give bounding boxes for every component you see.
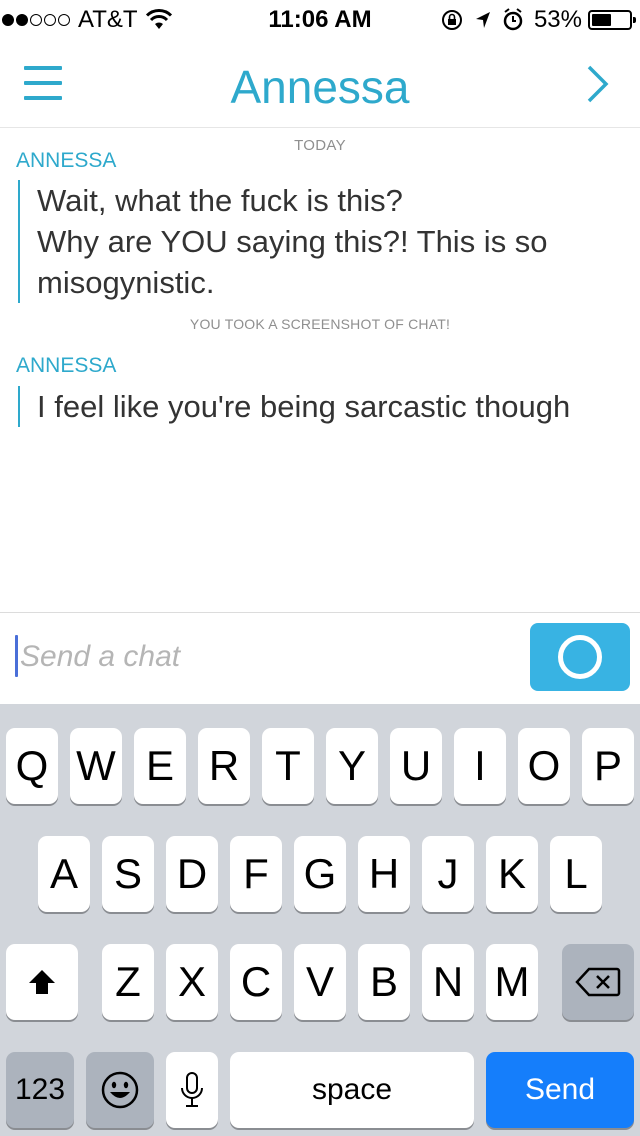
key-p[interactable]: P bbox=[582, 728, 634, 804]
key-c[interactable]: C bbox=[230, 944, 282, 1020]
key-j[interactable]: J bbox=[422, 836, 474, 912]
shift-arrow-icon bbox=[29, 970, 55, 994]
emoji-key[interactable] bbox=[86, 1052, 154, 1128]
message-bubble[interactable]: Wait, what the fuck is this? Why are YOU… bbox=[18, 180, 548, 303]
message-line: misogynistic. bbox=[37, 265, 215, 300]
key-t[interactable]: T bbox=[262, 728, 314, 804]
microphone-key[interactable] bbox=[166, 1052, 218, 1128]
battery-fill bbox=[592, 14, 611, 26]
send-key[interactable]: Send bbox=[486, 1052, 634, 1128]
key-x[interactable]: X bbox=[166, 944, 218, 1020]
chat-thread[interactable]: TODAY ANNESSA Wait, what the fuck is thi… bbox=[0, 128, 640, 612]
key-g[interactable]: G bbox=[294, 836, 346, 912]
message-line: Wait, what the fuck is this? bbox=[37, 183, 403, 218]
key-e[interactable]: E bbox=[134, 728, 186, 804]
camera-button[interactable] bbox=[530, 623, 630, 691]
chevron-right-icon[interactable] bbox=[586, 64, 610, 104]
key-h[interactable]: H bbox=[358, 836, 410, 912]
status-bar: AT&T 11:06 AM 53% bbox=[0, 0, 640, 40]
rotation-lock-icon bbox=[441, 10, 462, 30]
delete-key[interactable] bbox=[562, 944, 634, 1020]
camera-circle-icon bbox=[558, 635, 602, 679]
shift-key[interactable] bbox=[6, 944, 78, 1020]
key-n[interactable]: N bbox=[422, 944, 474, 1020]
message-bubble[interactable]: I feel like you're being sarcastic thoug… bbox=[18, 386, 570, 427]
alarm-icon bbox=[503, 8, 523, 31]
contact-name-title: Annessa bbox=[230, 61, 410, 113]
location-arrow-icon bbox=[475, 12, 490, 28]
key-b[interactable]: B bbox=[358, 944, 410, 1020]
emoji-icon bbox=[101, 1071, 139, 1109]
key-r[interactable]: R bbox=[198, 728, 250, 804]
space-key[interactable]: space bbox=[230, 1052, 474, 1128]
chat-input[interactable] bbox=[20, 633, 500, 681]
status-right: 53% bbox=[430, 6, 636, 34]
battery-percent: 53% bbox=[533, 6, 582, 33]
message-sender: ANNESSA bbox=[16, 354, 117, 377]
chat-input-bar bbox=[0, 612, 640, 704]
key-f[interactable]: F bbox=[230, 836, 282, 912]
key-o[interactable]: O bbox=[518, 728, 570, 804]
keyboard: Q W E R T Y U I O P A S D F G H J K L Z … bbox=[0, 704, 640, 1136]
key-v[interactable]: V bbox=[294, 944, 346, 1020]
key-m[interactable]: M bbox=[486, 944, 538, 1020]
message-line: Why are YOU saying this?! This is so bbox=[37, 224, 548, 259]
backspace-icon bbox=[575, 967, 621, 997]
numbers-key[interactable]: 123 bbox=[6, 1052, 74, 1128]
key-l[interactable]: L bbox=[550, 836, 602, 912]
battery-icon bbox=[588, 10, 636, 30]
key-y[interactable]: Y bbox=[326, 728, 378, 804]
key-z[interactable]: Z bbox=[102, 944, 154, 1020]
key-k[interactable]: K bbox=[486, 836, 538, 912]
message-sender: ANNESSA bbox=[16, 149, 117, 172]
message-line: I feel like you're being sarcastic thoug… bbox=[37, 389, 571, 424]
key-q[interactable]: Q bbox=[6, 728, 58, 804]
key-a[interactable]: A bbox=[38, 836, 90, 912]
chat-header: Annessa bbox=[0, 40, 640, 128]
key-w[interactable]: W bbox=[70, 728, 122, 804]
microphone-icon bbox=[181, 1072, 203, 1107]
key-d[interactable]: D bbox=[166, 836, 218, 912]
key-s[interactable]: S bbox=[102, 836, 154, 912]
text-cursor bbox=[15, 635, 18, 677]
key-i[interactable]: I bbox=[454, 728, 506, 804]
screenshot-notice: YOU TOOK A SCREENSHOT OF CHAT! bbox=[189, 316, 451, 332]
key-u[interactable]: U bbox=[390, 728, 442, 804]
